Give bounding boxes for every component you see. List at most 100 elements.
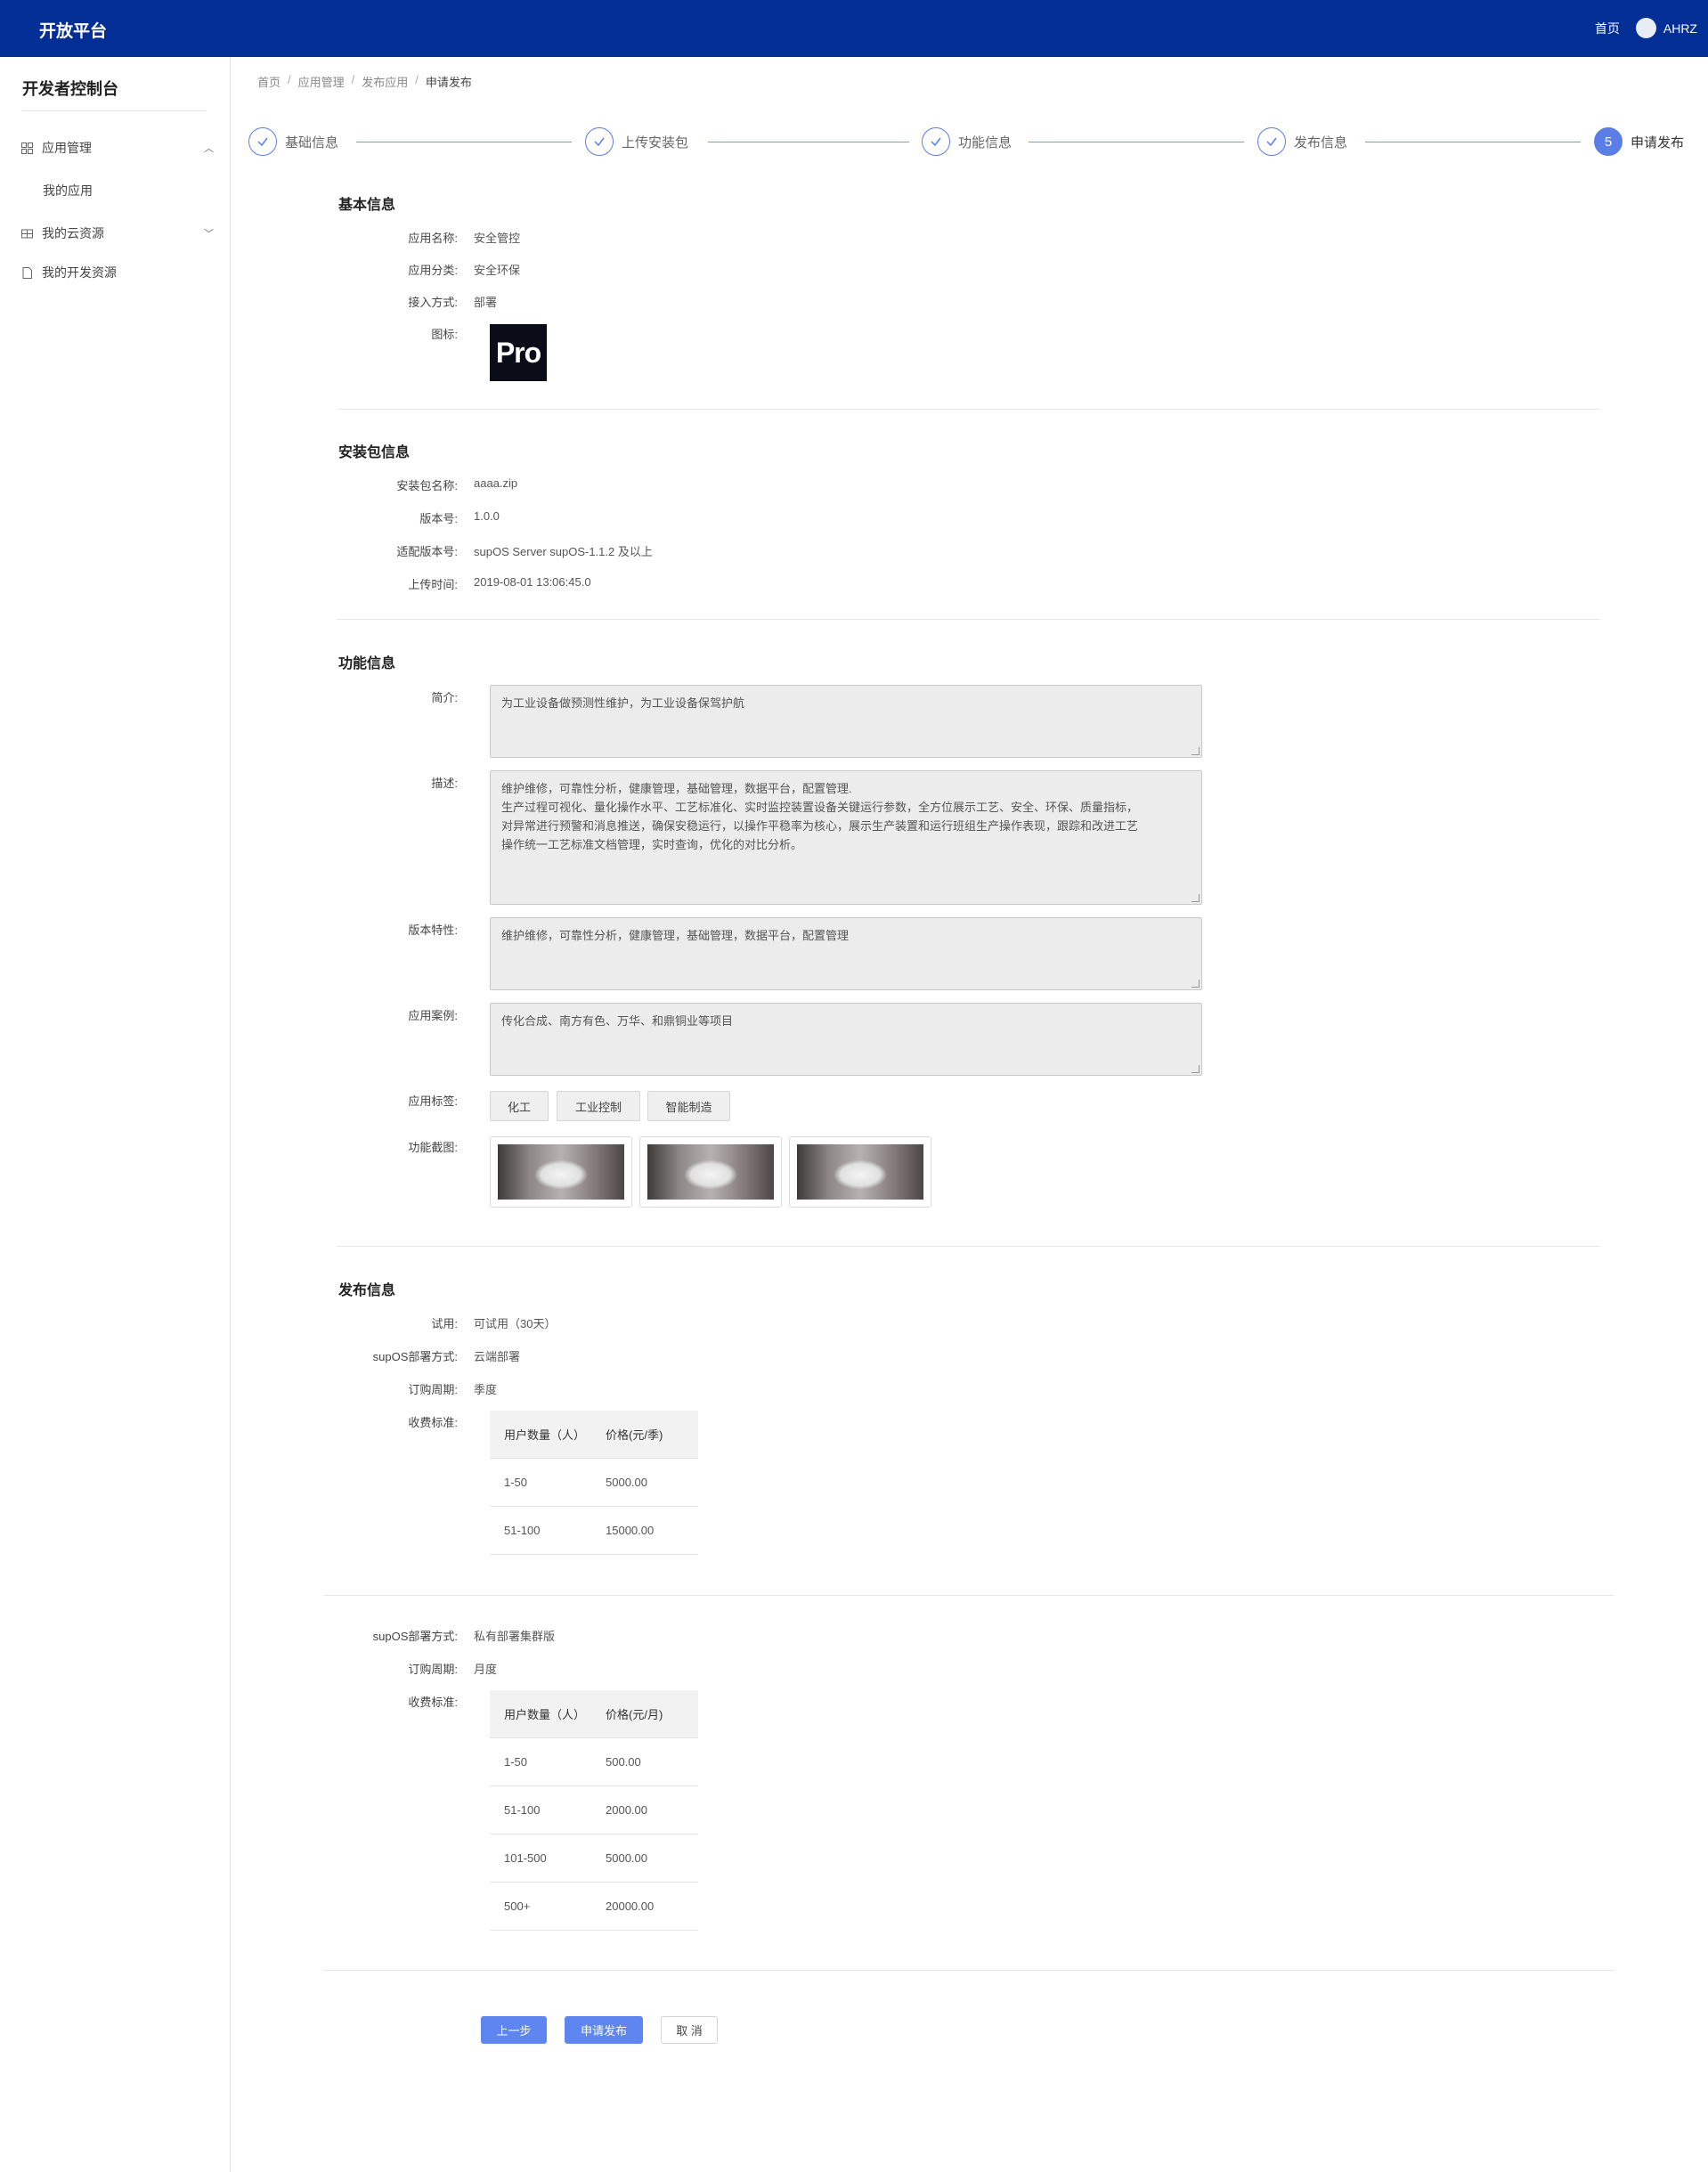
screenshot-thumbnail[interactable] xyxy=(490,1136,632,1208)
breadcrumb-publish-app[interactable]: 发布应用 xyxy=(362,73,408,90)
price-table-private: 用户数量（人） 价格(元/月) 1-50 500.00 51-100 2000.00 … xyxy=(490,1690,698,1931)
home-link[interactable]: 首页 xyxy=(1595,20,1620,37)
field-label: 版本特性: xyxy=(408,923,458,937)
textarea-text: 维护维修，可靠性分析，健康管理，基础管理，数据平台，配置管理 xyxy=(501,929,850,942)
field-value: supOS Server supOS-1.1.2 及以上 xyxy=(474,545,653,558)
field-label: 简介: xyxy=(431,691,458,704)
table-header: 用户数量（人） 价格(元/季) xyxy=(490,1411,698,1459)
textarea-text: 为工业设备做预测性维护，为工业设备保驾护航 xyxy=(501,696,745,710)
step-label: 申请发布 xyxy=(1631,134,1685,150)
resize-handle-icon[interactable] xyxy=(1192,894,1200,902)
app-cases-textarea[interactable]: 传化合成、南方有色、万华、和鼎铜业等项目 xyxy=(490,1003,1202,1076)
chevron-up-icon: ︿ xyxy=(204,143,214,154)
sidebar-item-dev-resources[interactable]: 我的开发资源 xyxy=(21,264,214,281)
field-label: 接入方式: xyxy=(408,296,458,309)
tag-smart-manufacturing[interactable]: 智能制造 xyxy=(647,1091,730,1121)
sidebar-title: 开发者控制台 xyxy=(22,80,118,98)
intro-textarea[interactable]: 为工业设备做预测性维护，为工业设备保驾护航 xyxy=(490,685,1202,758)
screenshot-image xyxy=(647,1144,774,1200)
field-value: 部署 xyxy=(474,296,498,309)
field-value: 私有部署集群版 xyxy=(474,1630,556,1643)
section-divider xyxy=(337,1246,1600,1247)
screenshot-thumbnail[interactable] xyxy=(789,1136,931,1208)
field-compat-version: 适配版本号: supOS Server supOS-1.1.2 及以上 xyxy=(338,542,1585,559)
step-publish-info: 发布信息 xyxy=(1257,127,1347,156)
step-basic-info: 基础信息 xyxy=(248,127,338,156)
section-divider xyxy=(337,619,1600,620)
description-textarea[interactable]: 维护维修，可靠性分析，健康管理，基础管理，数据平台，配置管理. 生产过程可视化、… xyxy=(490,770,1202,905)
price-table-cloud: 用户数量（人） 价格(元/季) 1-50 5000.00 51-100 15000.0… xyxy=(490,1411,698,1555)
field-label: 订购周期: xyxy=(408,1383,458,1396)
field-value: 月度 xyxy=(474,1663,498,1676)
field-value: 2019-08-01 13:06:45.0 xyxy=(474,575,591,589)
field-order-cycle: 订购周期: 月度 xyxy=(338,1660,1585,1677)
field-value: 可试用（30天） xyxy=(474,1317,557,1330)
textarea-text: 维护维修，可靠性分析，健康管理，基础管理，数据平台，配置管理. 生产过程可视化、… xyxy=(501,782,1139,851)
table-cell: 5000.00 xyxy=(606,1476,647,1489)
breadcrumb-app-management[interactable]: 应用管理 xyxy=(298,73,345,90)
table-cell: 500+ xyxy=(504,1899,531,1913)
field-label: 应用名称: xyxy=(408,232,458,245)
table-cell: 15000.00 xyxy=(606,1524,655,1537)
field-upload-time: 上传时间: 2019-08-01 13:06:45.0 xyxy=(338,575,1585,592)
breadcrumb: 首页 / 应用管理 / 发布应用 / 申请发布 xyxy=(257,73,472,90)
step-feature-info: 功能信息 xyxy=(922,127,1012,156)
section-divider xyxy=(337,409,1600,410)
check-icon xyxy=(922,127,950,156)
apply-publish-button[interactable]: 申请发布 xyxy=(565,2016,643,2044)
field-value: 1.0.0 xyxy=(474,509,500,523)
field-label: 上传时间: xyxy=(408,578,458,591)
sidebar-item-app-management[interactable]: 应用管理 ︿ xyxy=(21,139,214,157)
table-row: 1-50 500.00 xyxy=(490,1738,698,1786)
screenshot-image xyxy=(498,1144,624,1200)
breadcrumb-home[interactable]: 首页 xyxy=(257,73,281,90)
user-name[interactable]: AHRZ xyxy=(1663,21,1697,36)
cancel-button[interactable]: 取 消 xyxy=(661,2016,718,2044)
sidebar-item-cloud-resources[interactable]: 我的云资源 ﹀ xyxy=(21,224,214,242)
sidebar-item-label: 应用管理 xyxy=(42,141,92,155)
table-cell: 20000.00 xyxy=(606,1899,655,1913)
field-label: 版本号: xyxy=(419,512,458,525)
field-label: 功能截图: xyxy=(408,1141,458,1154)
step-label: 发布信息 xyxy=(1294,134,1348,150)
brand-title[interactable]: 开放平台 xyxy=(39,18,107,42)
table-row: 51-100 15000.00 xyxy=(490,1507,698,1555)
step-label: 基础信息 xyxy=(285,134,339,150)
table-cell: 5000.00 xyxy=(606,1851,647,1865)
table-cell: 500.00 xyxy=(606,1755,641,1769)
section-title-package: 安装包信息 xyxy=(338,445,411,460)
field-label: supOS部署方式: xyxy=(372,1630,458,1643)
field-app-category: 应用分类: 安全环保 xyxy=(338,261,1585,278)
version-features-textarea[interactable]: 维护维修，可靠性分析，健康管理，基础管理，数据平台，配置管理 xyxy=(490,917,1202,990)
tag-industrial-control[interactable]: 工业控制 xyxy=(557,1091,640,1121)
avatar[interactable] xyxy=(1635,18,1656,38)
field-label: 安装包名称: xyxy=(396,479,458,492)
field-access-mode: 接入方式: 部署 xyxy=(338,293,1585,310)
sidebar-item-my-apps[interactable]: 我的应用 xyxy=(43,182,93,199)
prev-step-button[interactable]: 上一步 xyxy=(481,2016,547,2044)
field-value: 云端部署 xyxy=(474,1350,521,1363)
screenshot-image xyxy=(797,1144,923,1200)
section-title-basic: 基本信息 xyxy=(338,198,396,213)
resize-handle-icon[interactable] xyxy=(1192,1065,1200,1073)
section-title-feature: 功能信息 xyxy=(338,656,396,671)
field-trial: 试用: 可试用（30天） xyxy=(338,1314,1585,1331)
field-label: 图标: xyxy=(431,328,458,341)
breadcrumb-current: 申请发布 xyxy=(425,76,472,89)
resize-handle-icon[interactable] xyxy=(1192,747,1200,755)
tag-chemical[interactable]: 化工 xyxy=(490,1091,549,1121)
screenshot-thumbnail[interactable] xyxy=(639,1136,782,1208)
field-app-name: 应用名称: 安全管控 xyxy=(338,229,1585,246)
field-order-cycle: 订购周期: 季度 xyxy=(338,1380,1585,1397)
step-label: 功能信息 xyxy=(958,134,1013,150)
column-header: 价格(元/月) xyxy=(606,1708,663,1721)
sidebar-item-label: 我的云资源 xyxy=(42,226,104,240)
sidebar: 开发者控制台 应用管理 ︿ 我的应用 我的云资源 ﹀ 我的开发资源 xyxy=(0,57,231,2172)
field-label: 收费标准: xyxy=(408,1416,458,1429)
field-label: 描述: xyxy=(431,777,458,790)
chevron-down-icon: ﹀ xyxy=(204,229,214,240)
section-divider xyxy=(324,1970,1614,1971)
resize-handle-icon[interactable] xyxy=(1192,980,1200,988)
table-header: 用户数量（人） 价格(元/月) xyxy=(490,1690,698,1738)
table-cell: 51-100 xyxy=(504,1524,541,1537)
